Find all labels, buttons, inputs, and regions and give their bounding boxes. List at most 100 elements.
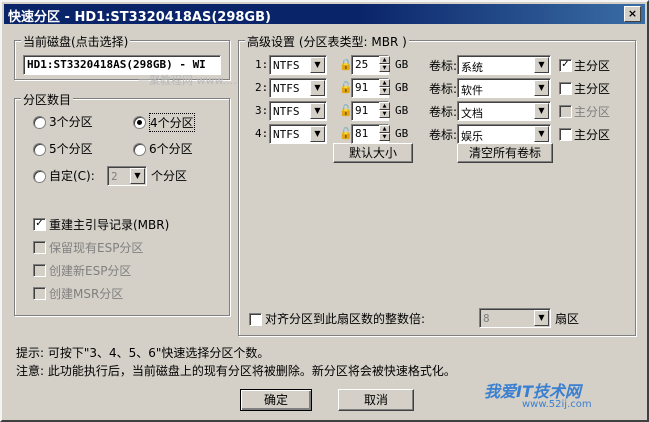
- primary-partition-checkbox[interactable]: [559, 82, 572, 95]
- chevron-down-icon: ▼: [534, 126, 549, 142]
- filesystem-combo[interactable]: NTFS ▼: [269, 124, 327, 144]
- current-disk-legend: 当前磁盘(点击选择): [21, 33, 131, 50]
- partition-count-group: 分区数目 3个分区 4个分区 5个分区 6个分区 自定(C): 2 ▼ 个分区 …: [14, 91, 230, 316]
- filesystem-value: NTFS: [273, 82, 300, 95]
- close-button[interactable]: ×: [624, 6, 641, 22]
- chevron-down-icon: ▼: [534, 310, 549, 326]
- spin-down-icon[interactable]: ▼: [379, 110, 390, 118]
- custom-count-value: 2: [111, 170, 118, 183]
- primary-partition-label[interactable]: 主分区: [574, 57, 610, 74]
- unlock-icon[interactable]: 🔓: [339, 127, 353, 140]
- spin-up-icon[interactable]: ▲: [379, 125, 390, 133]
- volume-label-value: 软件: [461, 84, 483, 97]
- chevron-down-icon: ▼: [534, 57, 549, 73]
- radio-3-partitions[interactable]: [33, 116, 46, 129]
- url-watermark: www.52ij.com: [522, 399, 592, 410]
- radio-custom-label[interactable]: 自定(C):: [49, 167, 95, 184]
- filesystem-value: NTFS: [273, 59, 300, 72]
- ok-button[interactable]: 确定: [240, 389, 312, 411]
- quick-partition-dialog: 快速分区 - HD1:ST3320418AS(298GB) × 当前磁盘(点击选…: [0, 0, 649, 422]
- warning-text: 注意: 此功能执行后，当前磁盘上的现有分区将被删除。新分区将会被快速格式化。: [16, 364, 456, 378]
- spin-down-icon[interactable]: ▼: [379, 87, 390, 95]
- custom-count-combo[interactable]: 2 ▼: [107, 166, 147, 186]
- keep-esp-label[interactable]: 保留现有ESP分区: [49, 239, 143, 256]
- filesystem-combo[interactable]: NTFS ▼: [269, 78, 327, 98]
- title-bar: 快速分区 - HD1:ST3320418AS(298GB) ×: [4, 4, 645, 25]
- row-number: 1:: [255, 58, 269, 71]
- custom-count-suffix: 个分区: [151, 169, 188, 183]
- lock-icon[interactable]: 🔒: [339, 58, 353, 71]
- align-partition-checkbox[interactable]: [249, 313, 262, 326]
- unlock-icon[interactable]: 🔓: [339, 104, 353, 117]
- window-title: 快速分区 - HD1:ST3320418AS(298GB): [8, 10, 271, 25]
- spin-up-icon[interactable]: ▲: [379, 79, 390, 87]
- spin-down-icon[interactable]: ▼: [379, 133, 390, 141]
- spin-up-icon[interactable]: ▲: [379, 56, 390, 64]
- size-unit: GB: [395, 81, 409, 94]
- chevron-down-icon: ▼: [310, 57, 325, 73]
- volume-label-caption: 卷标:: [429, 82, 458, 96]
- radio-4-label[interactable]: 4个分区: [149, 113, 195, 132]
- clear-volume-labels-button[interactable]: 清空所有卷标: [457, 143, 553, 163]
- primary-partition-checkbox[interactable]: [559, 105, 572, 118]
- create-esp-checkbox[interactable]: [33, 264, 46, 277]
- cancel-button[interactable]: 取消: [338, 389, 414, 411]
- primary-partition-label[interactable]: 主分区: [574, 103, 610, 120]
- filesystem-value: NTFS: [273, 105, 300, 118]
- radio-6-partitions[interactable]: [133, 143, 146, 156]
- volume-label-combo[interactable]: 娱乐 ▼: [457, 124, 551, 144]
- volume-label-value: 系统: [461, 61, 483, 74]
- chevron-down-icon: ▼: [534, 103, 549, 119]
- radio-6-label[interactable]: 6个分区: [149, 140, 193, 157]
- volume-label-value: 娱乐: [461, 130, 483, 143]
- partition-count-legend: 分区数目: [21, 91, 74, 108]
- default-size-button[interactable]: 默认大小: [333, 143, 413, 163]
- chevron-down-icon: ▼: [310, 103, 325, 119]
- primary-partition-label[interactable]: 主分区: [574, 126, 610, 143]
- primary-partition-label[interactable]: 主分区: [574, 80, 610, 97]
- size-spinner[interactable]: ▲ ▼: [379, 79, 390, 97]
- size-unit: GB: [395, 58, 409, 71]
- primary-partition-checkbox[interactable]: ✓: [559, 59, 572, 72]
- filesystem-combo[interactable]: NTFS ▼: [269, 101, 327, 121]
- radio-5-label[interactable]: 5个分区: [49, 140, 93, 157]
- size-spinner[interactable]: ▲ ▼: [379, 102, 390, 120]
- chevron-down-icon: ▼: [310, 80, 325, 96]
- align-partition-label[interactable]: 对齐分区到此扇区数的整数倍:: [265, 310, 425, 327]
- row-number: 2:: [255, 81, 269, 94]
- size-spinner[interactable]: ▲ ▼: [379, 125, 390, 143]
- size-spinner[interactable]: ▲ ▼: [379, 56, 390, 74]
- align-sectors-combo[interactable]: 8 ▼: [479, 308, 551, 328]
- hint-text: 提示: 可按下"3、4、5、6"快速选择分区个数。: [16, 346, 270, 360]
- row-number: 4:: [255, 127, 269, 140]
- chevron-down-icon: ▼: [310, 126, 325, 142]
- radio-custom[interactable]: [33, 170, 46, 183]
- create-esp-label[interactable]: 创建新ESP分区: [49, 262, 131, 279]
- primary-partition-checkbox[interactable]: [559, 128, 572, 141]
- align-sectors-value: 8: [483, 312, 490, 325]
- advanced-settings-group: 高级设置 (分区表类型: MBR ) 默认大小 清空所有卷标 对齐分区到此扇区数…: [238, 33, 636, 336]
- filesystem-value: NTFS: [273, 128, 300, 141]
- create-msr-label[interactable]: 创建MSR分区: [49, 285, 123, 302]
- filesystem-combo[interactable]: NTFS ▼: [269, 55, 327, 75]
- chevron-down-icon: ▼: [130, 168, 145, 184]
- radio-5-partitions[interactable]: [33, 143, 46, 156]
- volume-label-combo[interactable]: 系统 ▼: [457, 55, 551, 75]
- keep-esp-checkbox[interactable]: [33, 241, 46, 254]
- volume-label-combo[interactable]: 文档 ▼: [457, 101, 551, 121]
- volume-label-value: 文档: [461, 107, 483, 120]
- create-msr-checkbox[interactable]: [33, 287, 46, 300]
- spin-up-icon[interactable]: ▲: [379, 102, 390, 110]
- rebuild-mbr-label[interactable]: 重建主引导记录(MBR): [49, 216, 169, 233]
- align-sectors-suffix: 扇区: [555, 312, 580, 326]
- spin-down-icon[interactable]: ▼: [379, 64, 390, 72]
- unlock-icon[interactable]: 🔓: [339, 81, 353, 94]
- size-unit: GB: [395, 127, 409, 140]
- volume-label-caption: 卷标:: [429, 59, 458, 73]
- volume-label-combo[interactable]: 软件 ▼: [457, 78, 551, 98]
- radio-3-label[interactable]: 3个分区: [49, 113, 93, 130]
- row-number: 3:: [255, 104, 269, 117]
- rebuild-mbr-checkbox[interactable]: ✓: [33, 218, 46, 231]
- radio-4-partitions[interactable]: [133, 116, 146, 129]
- size-unit: GB: [395, 104, 409, 117]
